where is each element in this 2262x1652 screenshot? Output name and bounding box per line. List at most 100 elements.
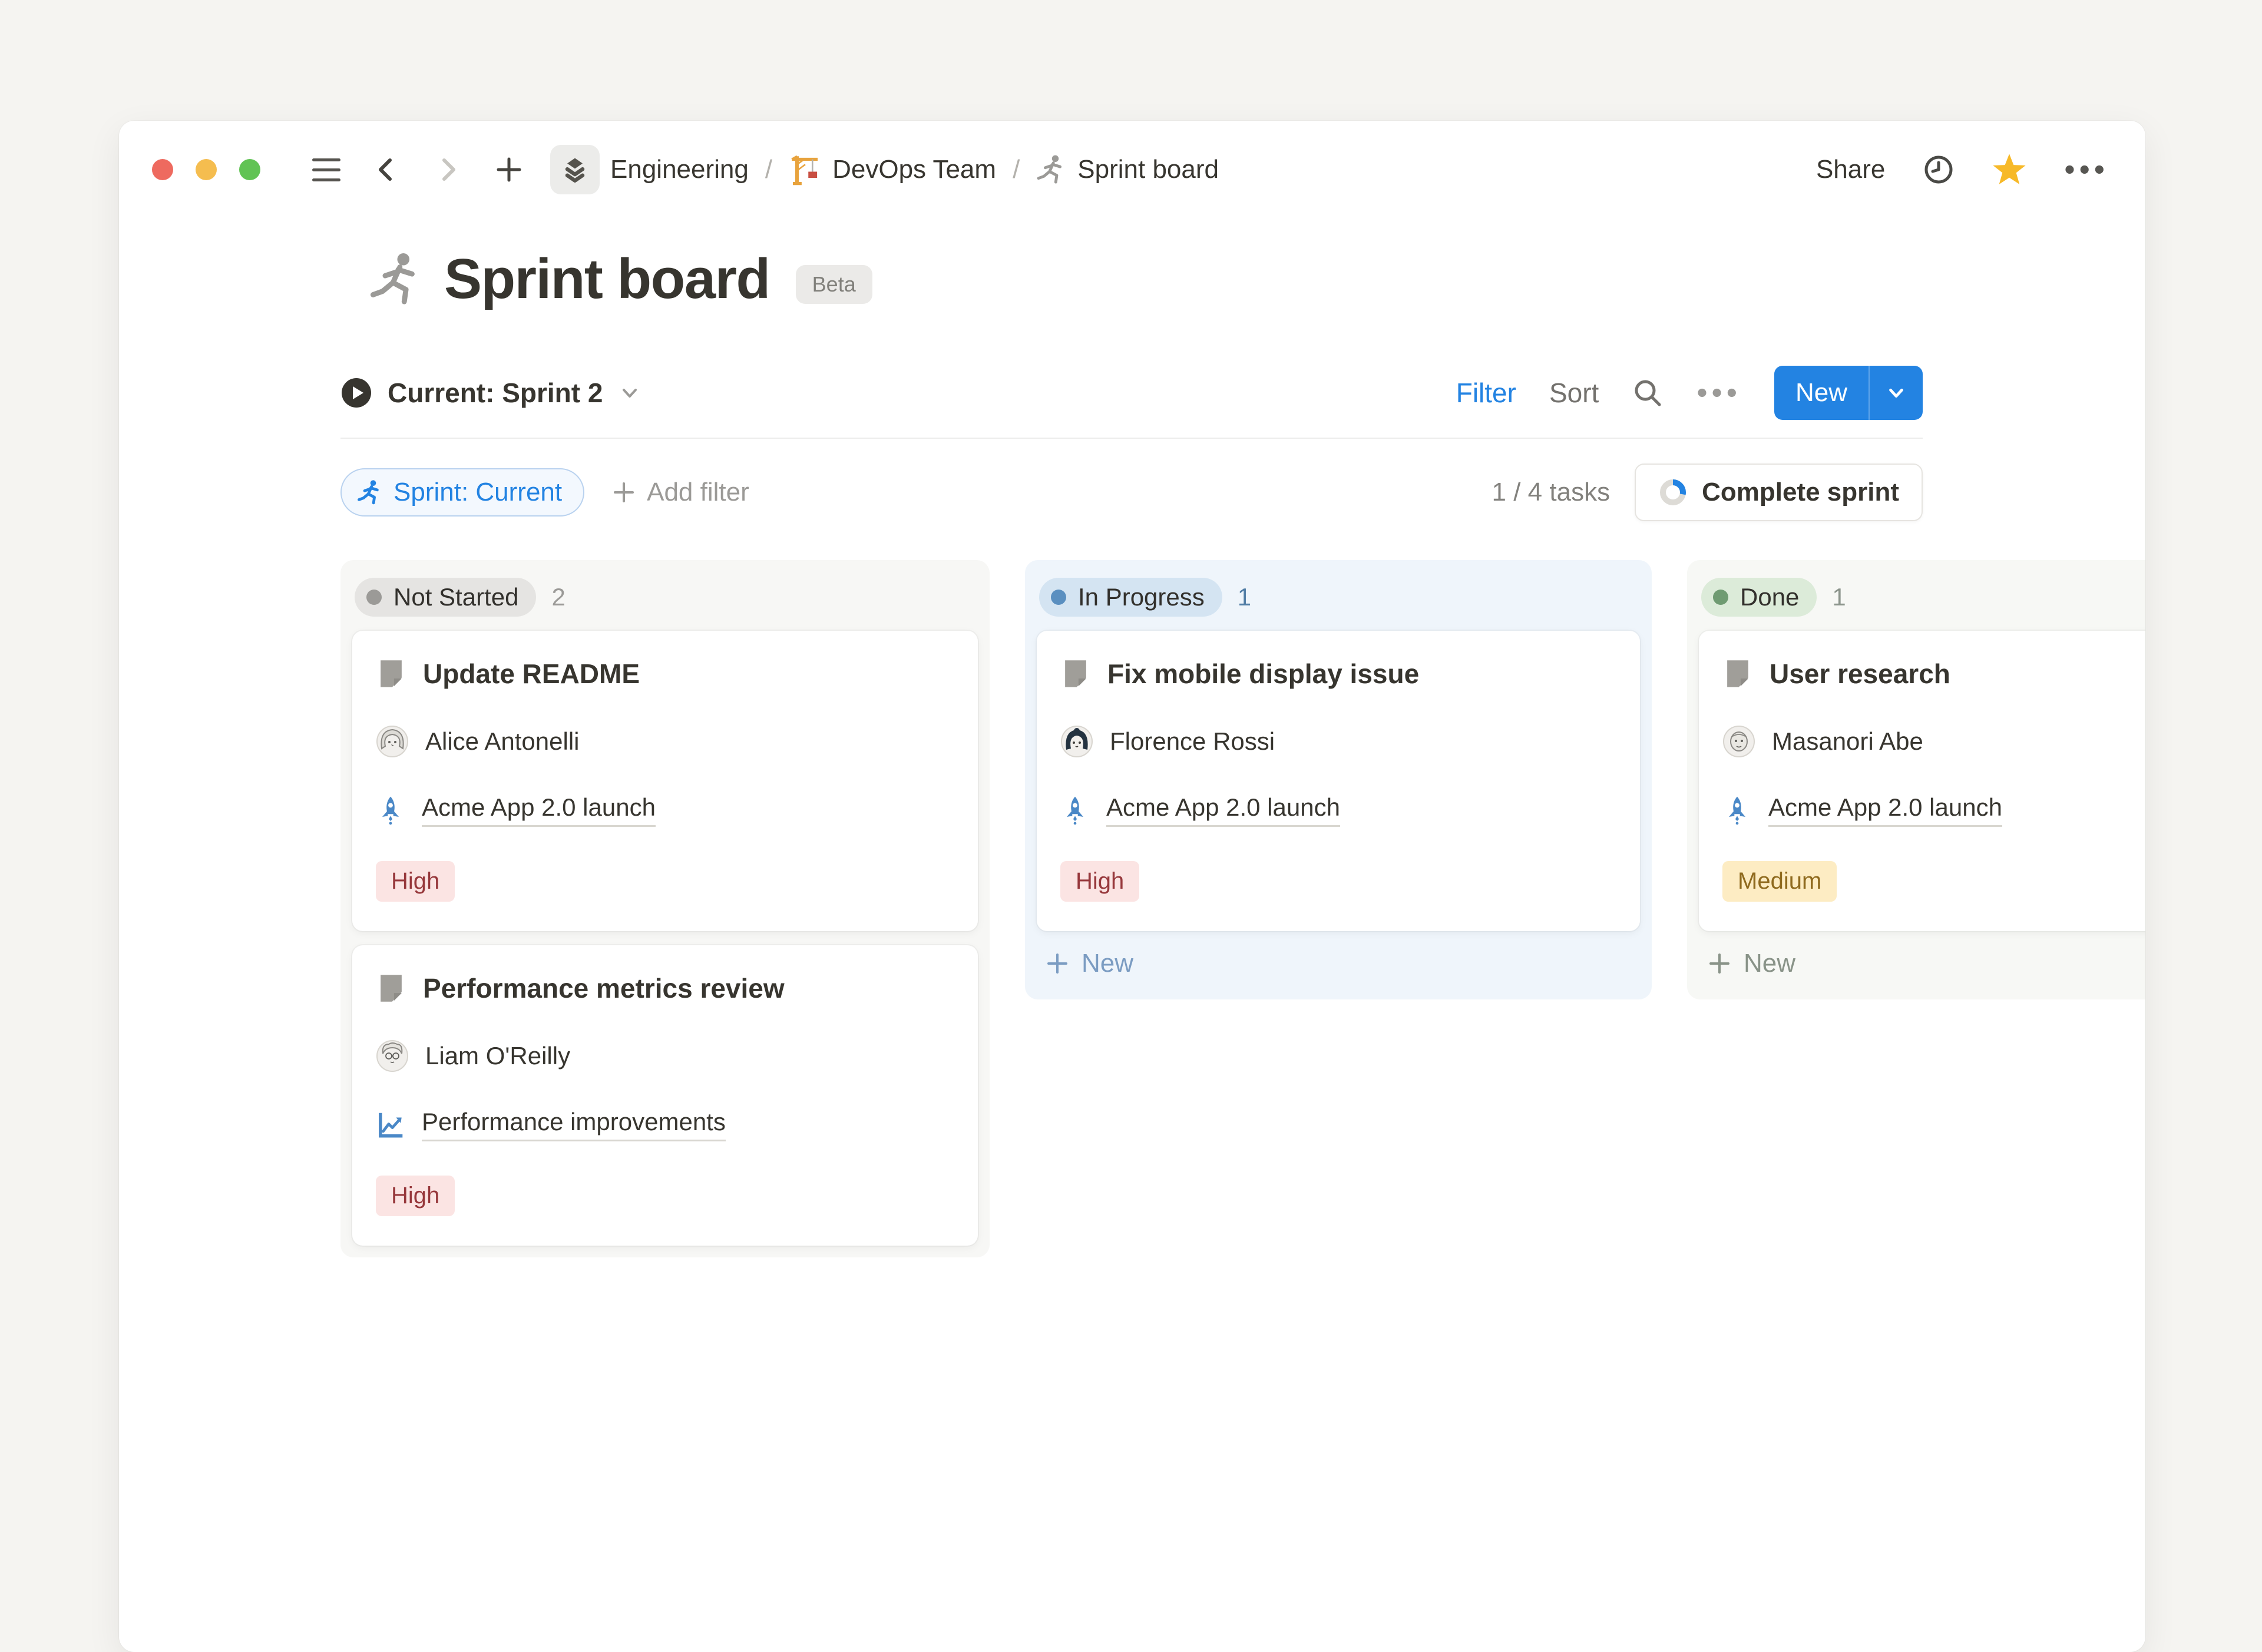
new-task-button[interactable]: New [1774,366,1923,420]
chevron-down-icon[interactable] [1870,366,1923,420]
breadcrumb-label: Sprint board [1077,155,1219,184]
filter-bar: Sprint: Current Add filter 1 / 4 tasks C… [340,464,1923,521]
breadcrumb-label: Engineering [610,155,749,184]
project-link[interactable]: Acme App 2.0 launch [1106,793,1340,827]
share-button[interactable]: Share [1816,155,1885,184]
sprint-filter-chip[interactable]: Sprint: Current [340,468,584,517]
page-title: Sprint board [444,247,770,312]
breadcrumb: Engineering / DevOps Team [550,145,1219,194]
zoom-window-button[interactable] [239,159,260,180]
status-pill-not-started[interactable]: Not Started [355,578,536,617]
column-header: Not Started 2 [352,572,978,631]
column-count: 1 [1832,583,1846,611]
rocket-icon [1060,796,1090,825]
add-card-button[interactable]: New [1037,931,1640,988]
view-more-icon[interactable]: ••• [1697,378,1741,408]
more-icon[interactable]: ••• [2064,154,2109,185]
close-window-button[interactable] [152,159,173,180]
runner-icon [369,251,424,307]
new-task-label[interactable]: New [1774,366,1869,420]
assignee-name: Masanori Abe [1772,727,1923,756]
assignee-name: Liam O'Reilly [425,1042,570,1070]
status-label: Not Started [393,583,518,611]
project-link[interactable]: Performance improvements [422,1108,726,1141]
add-card-label: New [1082,949,1133,978]
priority-badge: High [1060,861,1139,902]
status-label: In Progress [1078,583,1205,611]
assignee-row: Liam O'Reilly [376,1039,954,1072]
task-card-fix-mobile[interactable]: Fix mobile display issue [1037,631,1640,931]
assignee-name: Florence Rossi [1110,727,1275,756]
assignee-row: Masanori Abe [1722,725,2145,758]
view-switcher[interactable]: Current: Sprint 2 [340,377,641,409]
rocket-icon [376,796,405,825]
add-card-label: New [1744,949,1795,978]
priority-badge: Medium [1722,861,1837,902]
column-done: Done 1 User research [1687,560,2145,999]
play-icon [340,377,372,409]
breadcrumb-separator: / [763,155,775,184]
status-dot [1051,590,1066,605]
back-icon[interactable] [371,154,402,185]
status-dot [366,590,382,605]
filter-button[interactable]: Filter [1456,377,1516,409]
favorite-star-icon[interactable] [1992,153,2026,187]
status-label: Done [1740,583,1799,611]
add-filter-label: Add filter [647,478,749,507]
task-card-user-research[interactable]: User research Masanori Ab [1699,631,2145,931]
window-topbar: Engineering / DevOps Team [119,121,2145,209]
assignee-row: Florence Rossi [1060,725,1616,758]
status-pill-in-progress[interactable]: In Progress [1039,578,1222,617]
column-header: In Progress 1 [1037,572,1640,631]
task-card-performance-metrics[interactable]: Performance metrics review [352,945,978,1246]
project-link[interactable]: Acme App 2.0 launch [422,793,656,827]
avatar-masanori [1722,725,1755,758]
forward-icon[interactable] [432,154,463,185]
new-page-plus-icon[interactable] [494,154,524,185]
sort-button[interactable]: Sort [1549,377,1599,409]
add-filter-button[interactable]: Add filter [611,478,749,507]
project-row: Acme App 2.0 launch [1722,793,2145,827]
page-icon [1060,658,1091,689]
project-link[interactable]: Acme App 2.0 launch [1768,793,2002,827]
assignee-name: Alice Antonelli [425,727,580,756]
breadcrumb-sprint-board[interactable]: Sprint board [1036,154,1219,185]
layers-icon [550,145,600,194]
sidebar-menu-icon[interactable] [312,158,340,181]
rocket-icon [1722,796,1752,825]
column-in-progress: In Progress 1 Fix mobile display issue [1025,560,1652,999]
add-card-button[interactable]: New [1699,931,2145,988]
breadcrumb-engineering[interactable]: Engineering [550,145,749,194]
clock-icon[interactable] [1923,154,1955,186]
column-not-started: Not Started 2 Update README [340,560,990,1257]
status-pill-done[interactable]: Done [1701,578,1817,617]
traffic-lights [152,159,260,180]
page-icon [376,973,406,1004]
card-title-text: Performance metrics review [423,972,785,1004]
runner-icon [1036,154,1067,185]
breadcrumb-separator: / [1010,155,1022,184]
breadcrumb-devops-team[interactable]: DevOps Team [789,153,996,186]
progress-ring-icon [1658,478,1688,507]
page-icon [376,658,406,689]
view-switcher-label: Current: Sprint 2 [388,377,603,409]
app-window: Engineering / DevOps Team [119,121,2145,1652]
chevron-down-icon [618,381,641,405]
project-row: Acme App 2.0 launch [376,793,954,827]
column-header: Done 1 [1699,572,2145,631]
crane-icon [789,153,822,186]
view-toolbar: Current: Sprint 2 Filter Sort ••• New [340,366,1923,439]
complete-sprint-label: Complete sprint [1702,478,1899,507]
card-title-text: User research [1770,658,1950,690]
runner-icon [357,479,383,505]
complete-sprint-button[interactable]: Complete sprint [1635,464,1923,521]
chart-increasing-icon [376,1110,405,1140]
task-card-update-readme[interactable]: Update README Alice Antonelli [352,631,978,931]
sprint-filter-label: Sprint: Current [393,478,562,507]
assignee-row: Alice Antonelli [376,725,954,758]
project-row: Acme App 2.0 launch [1060,793,1616,827]
minimize-window-button[interactable] [196,159,217,180]
project-row: Performance improvements [376,1108,954,1141]
search-icon[interactable] [1632,377,1664,409]
status-dot [1713,590,1728,605]
